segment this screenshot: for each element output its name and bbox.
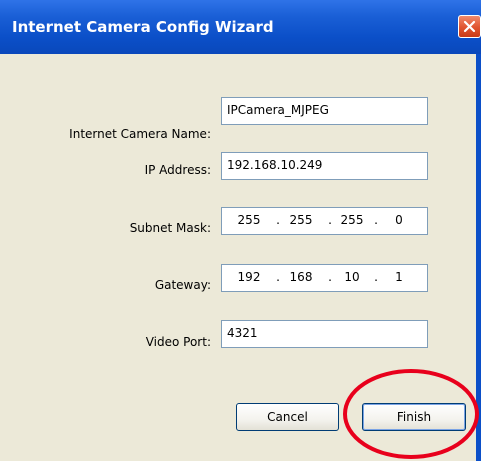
gateway-label: Gateway:: [154, 278, 211, 292]
subnet-mask-input[interactable]: 255 . 255 . 255 . 0: [221, 207, 428, 235]
gateway-dot: .: [276, 270, 280, 284]
close-icon: [463, 20, 476, 33]
video-port-input[interactable]: 4321: [221, 320, 428, 348]
subnet-octet-4[interactable]: 0: [382, 213, 416, 227]
camera-name-input[interactable]: IPCamera_MJPEG: [221, 97, 428, 125]
ip-address-label: IP Address:: [144, 163, 211, 177]
camera-name-value: IPCamera_MJPEG: [227, 103, 329, 117]
gateway-octet-4[interactable]: 1: [382, 270, 416, 284]
ip-address-input[interactable]: 192.168.10.249: [221, 152, 428, 180]
subnet-dot: .: [328, 213, 332, 227]
gateway-input[interactable]: 192 . 168 . 10 . 1: [221, 264, 428, 292]
gateway-octet-2[interactable]: 168: [284, 270, 318, 284]
close-button[interactable]: [458, 15, 481, 38]
gateway-dot: .: [328, 270, 332, 284]
window-frame-right: [476, 54, 481, 461]
subnet-dot: .: [276, 213, 280, 227]
cancel-button[interactable]: Cancel: [236, 403, 339, 431]
subnet-octet-1[interactable]: 255: [232, 213, 266, 227]
video-port-label: Video Port:: [145, 335, 211, 349]
title-bar[interactable]: Internet Camera Config Wizard: [0, 0, 481, 54]
gateway-octet-3[interactable]: 10: [335, 270, 369, 284]
video-port-value: 4321: [227, 326, 258, 340]
subnet-dot: .: [374, 213, 378, 227]
finish-button[interactable]: Finish: [362, 403, 466, 431]
gateway-dot: .: [374, 270, 378, 284]
subnet-octet-3[interactable]: 255: [335, 213, 369, 227]
camera-name-label: Internet Camera Name:: [69, 127, 211, 141]
subnet-mask-label: Subnet Mask:: [129, 221, 211, 235]
subnet-octet-2[interactable]: 255: [284, 213, 318, 227]
ip-address-value: 192.168.10.249: [227, 158, 323, 172]
config-wizard-window: Internet Camera Config Wizard Internet C…: [0, 0, 481, 461]
gateway-octet-1[interactable]: 192: [232, 270, 266, 284]
window-title: Internet Camera Config Wizard: [12, 18, 274, 36]
